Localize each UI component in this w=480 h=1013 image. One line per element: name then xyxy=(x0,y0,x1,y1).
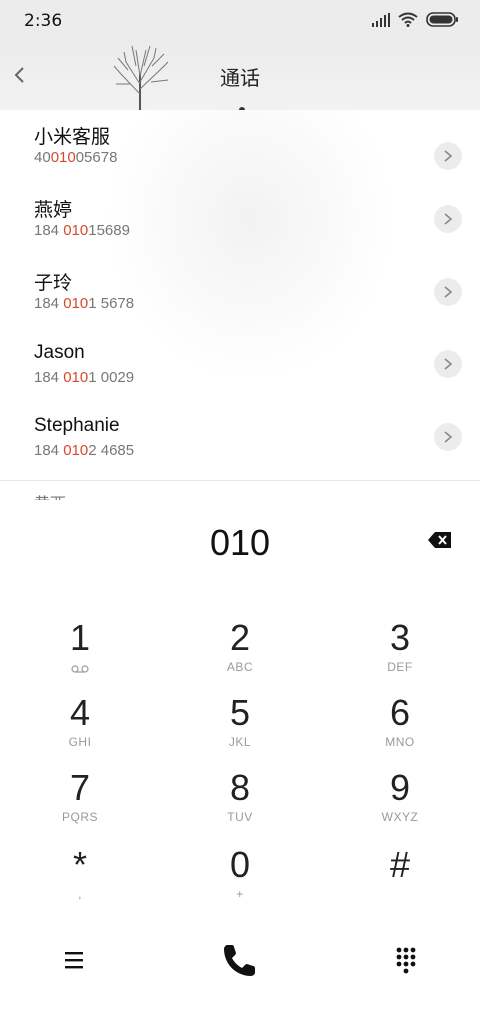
key-digit: 9 xyxy=(389,767,411,808)
keypad-icon[interactable] xyxy=(384,938,428,982)
partial-contact-name: 黄西 xyxy=(34,490,66,500)
key-digit: 4 xyxy=(69,692,91,733)
list-item[interactable]: Jason 184 0101 0029 xyxy=(0,342,480,414)
key-6[interactable]: 6 MNO xyxy=(340,693,460,765)
key-digit: * xyxy=(72,844,87,885)
detail-button[interactable] xyxy=(434,142,462,170)
contact-number: 4001005678 xyxy=(34,149,118,166)
chevron-right-icon xyxy=(444,431,453,443)
key-3[interactable]: 3 DEF xyxy=(340,618,460,690)
key-1[interactable]: 1 xyxy=(20,618,140,690)
chevron-right-icon xyxy=(444,213,453,225)
key-letters: + xyxy=(236,887,244,901)
voicemail-icon xyxy=(71,665,89,673)
key-8[interactable]: 8 TUV xyxy=(180,768,300,840)
contact-list[interactable]: 小米客服 4001005678 燕婷 184 01015689 子玲 184 0… xyxy=(0,110,480,480)
phone-icon[interactable] xyxy=(218,938,262,982)
detail-button[interactable] xyxy=(434,205,462,233)
status-icons xyxy=(372,12,458,27)
status-bar: 2:36 xyxy=(0,0,480,44)
contact-number: 184 0102 4685 xyxy=(34,442,135,459)
contact-name: Stephanie xyxy=(34,415,120,436)
key-9[interactable]: 9 WXYZ xyxy=(340,768,460,840)
key-0[interactable]: 0 + xyxy=(180,845,300,917)
wifi-icon xyxy=(398,12,418,27)
key-4[interactable]: 4 GHI xyxy=(20,693,140,765)
key-letters: TUV xyxy=(227,810,253,824)
contact-number: 184 01015689 xyxy=(34,222,130,239)
key-letters: GHI xyxy=(68,735,92,749)
chevron-right-icon xyxy=(444,150,453,162)
contact-number: 184 0101 5678 xyxy=(34,295,135,312)
backspace-icon[interactable] xyxy=(428,531,452,549)
detail-button[interactable] xyxy=(434,278,462,306)
key-digit: # xyxy=(389,844,411,885)
key-2[interactable]: 2 ABC xyxy=(180,618,300,690)
key-digit: 7 xyxy=(69,767,91,808)
key-7[interactable]: 7 PQRS xyxy=(20,768,140,840)
key-5[interactable]: 5 JKL xyxy=(180,693,300,765)
contact-name: 燕婷 xyxy=(34,200,73,221)
list-item[interactable]: 子玲 184 0101 5678 xyxy=(0,268,480,340)
header: 通话 xyxy=(0,44,480,137)
list-item[interactable]: Stephanie 184 0102 4685 xyxy=(0,415,480,487)
key-digit: 3 xyxy=(389,617,411,658)
key-hash[interactable]: # xyxy=(340,845,460,917)
contact-name: Jason xyxy=(34,342,85,363)
signal-icon xyxy=(372,12,390,27)
key-letters: , xyxy=(78,887,82,901)
list-item[interactable]: 燕婷 184 01015689 xyxy=(0,195,480,267)
contact-number: 184 0101 0029 xyxy=(34,369,135,386)
key-letters: MNO xyxy=(385,735,415,749)
key-digit: 5 xyxy=(229,692,251,733)
key-digit: 6 xyxy=(389,692,411,733)
key-letters: ABC xyxy=(226,660,254,674)
contact-name: 子玲 xyxy=(34,273,73,294)
menu-icon[interactable] xyxy=(52,938,96,982)
contact-name: 小米客服 xyxy=(34,127,111,148)
key-digit: 2 xyxy=(229,617,251,658)
key-letters: JKL xyxy=(228,735,252,749)
key-digit: 1 xyxy=(69,617,91,658)
dial-input-display: 010 xyxy=(209,522,271,563)
detail-button[interactable] xyxy=(434,350,462,378)
key-letters: DEF xyxy=(387,660,413,674)
key-letters: WXYZ xyxy=(381,810,419,824)
battery-icon xyxy=(426,12,458,27)
page-title: 通话 xyxy=(220,66,260,90)
list-item[interactable]: 小米客服 4001005678 xyxy=(0,122,480,194)
status-time: 2:36 xyxy=(24,11,63,31)
key-letters: PQRS xyxy=(61,810,98,824)
chevron-right-icon xyxy=(444,358,453,370)
key-digit: 8 xyxy=(229,767,251,808)
detail-button[interactable] xyxy=(434,423,462,451)
key-digit: 0 xyxy=(229,844,251,885)
key-star[interactable]: * , xyxy=(20,845,140,917)
chevron-right-icon xyxy=(444,286,453,298)
divider xyxy=(0,480,480,481)
